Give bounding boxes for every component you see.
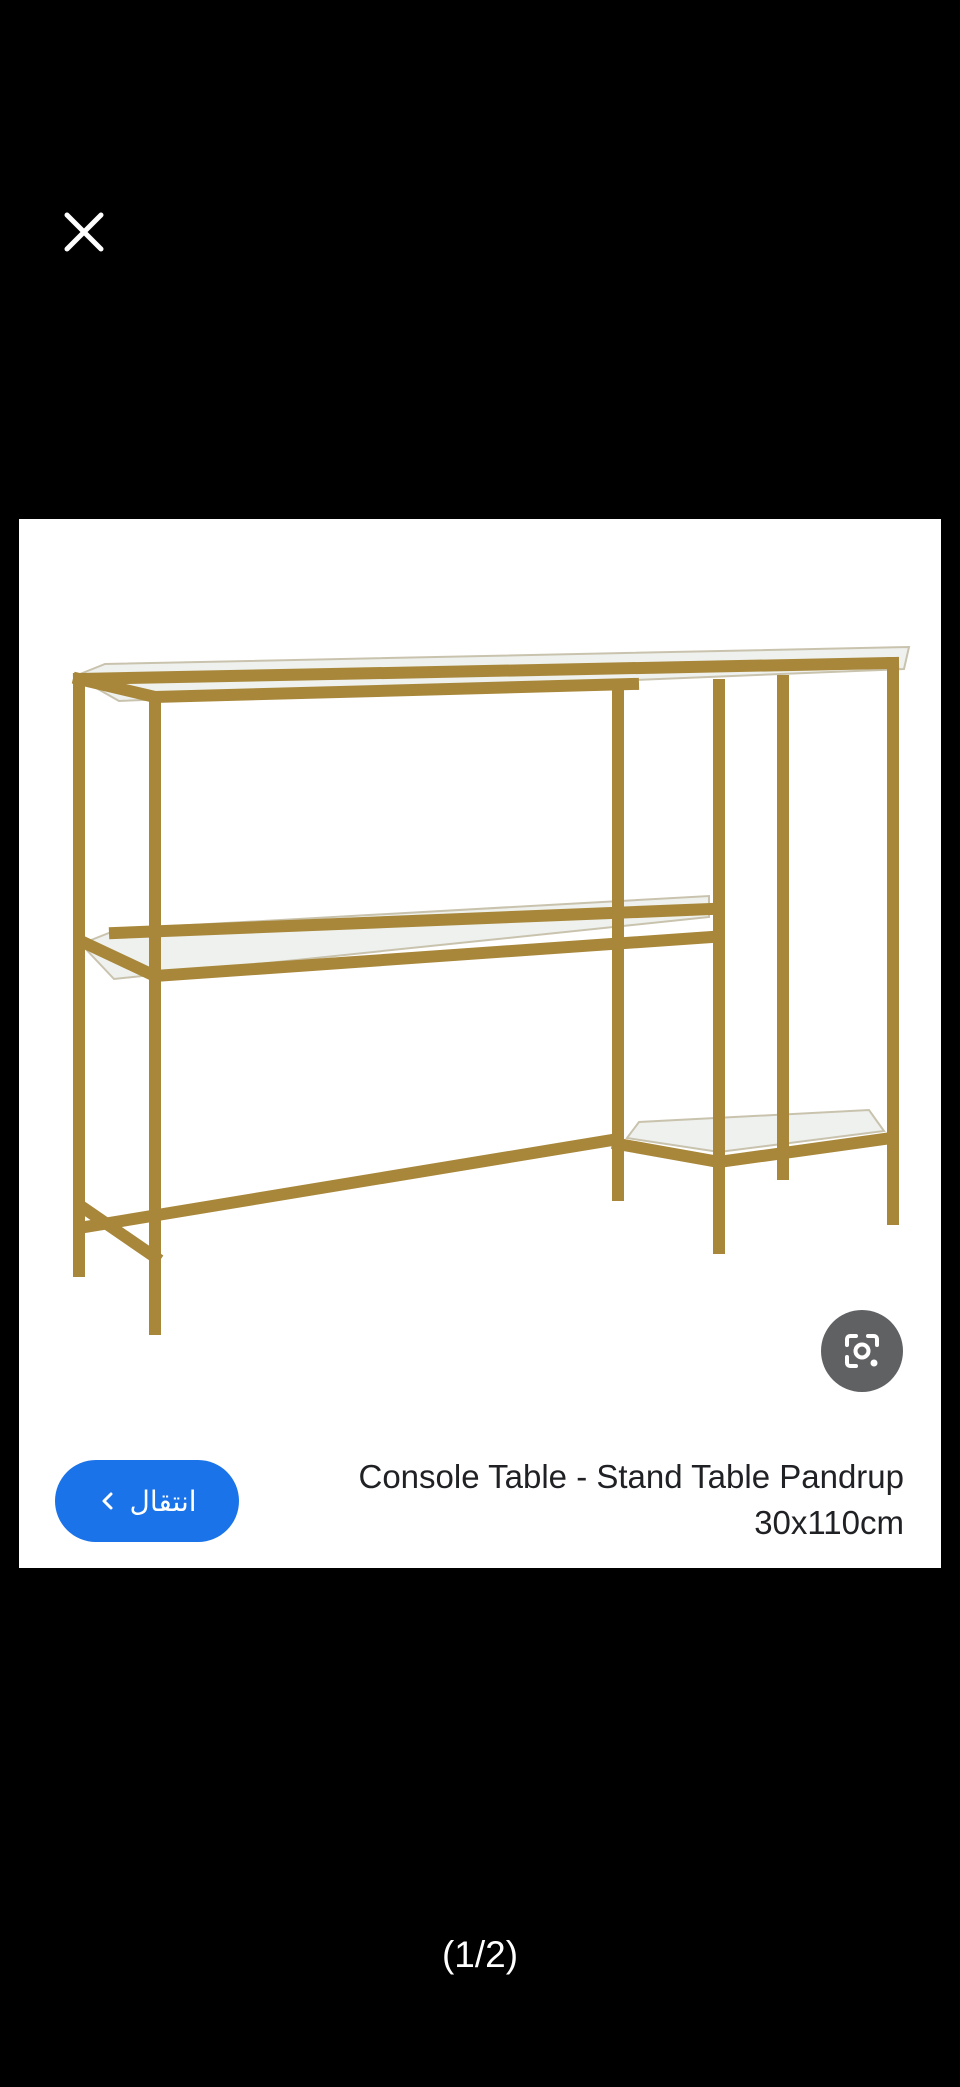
product-title[interactable]: Console Table - Stand Table Pandrup 30x1… [264,1454,905,1546]
lens-icon [845,1334,879,1368]
visit-button-label: انتقال [129,1485,197,1517]
visit-button[interactable]: انتقال [55,1460,239,1542]
product-image[interactable] [19,519,941,1419]
image-counter: (1/2) [441,1934,519,1975]
console-table-illustration [71,645,911,1335]
result-card: انتقال Console Table - Stand Table Pandr… [19,519,941,1568]
chevron-left-icon [102,1492,113,1510]
close-button[interactable] [60,208,108,256]
close-icon [64,212,104,252]
lens-search-button[interactable] [821,1310,903,1392]
